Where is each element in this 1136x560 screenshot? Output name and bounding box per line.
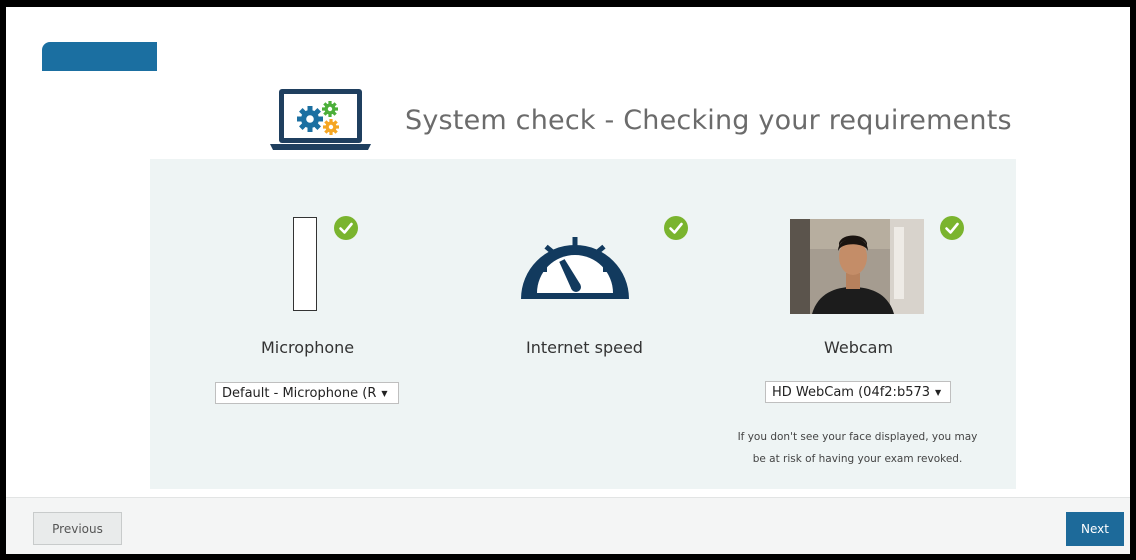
microphone-select-value: Default - Microphone (R — [222, 385, 377, 401]
footer-bar: Previous Next — [6, 497, 1130, 554]
microphone-select[interactable]: Default - Microphone (R ▼ — [215, 382, 399, 404]
webcam-label: Webcam — [824, 338, 894, 357]
webcam-feed-image — [790, 219, 924, 314]
previous-button[interactable]: Previous — [33, 512, 122, 545]
webcam-warning-line-2: be at risk of having your exam revoked. — [752, 453, 963, 465]
webcam-select[interactable]: HD WebCam (04f2:b573 ▼ — [765, 381, 951, 403]
chevron-down-icon: ▼ — [381, 388, 388, 398]
webcam-select-value: HD WebCam (04f2:b573 — [772, 384, 931, 400]
speedometer-icon — [521, 237, 629, 299]
internet-speed-label: Internet speed — [526, 338, 643, 357]
system-check-window: System check - Checking your requirement… — [6, 7, 1130, 554]
webcam-preview — [790, 219, 924, 314]
page-title: System check - Checking your requirement… — [405, 104, 1012, 136]
requirements-panel: Microphone Default - Microphone (R ▼ Int… — [150, 159, 1016, 489]
webcam-warning-line-1: If you don't see your face displayed, yo… — [737, 431, 978, 443]
check-circle-icon — [940, 216, 964, 240]
laptop-gears-icon — [270, 89, 371, 150]
progress-indicator — [42, 42, 157, 71]
check-circle-icon — [664, 216, 688, 240]
microphone-label: Microphone — [261, 338, 355, 357]
next-button[interactable]: Next — [1066, 512, 1124, 546]
page-header: System check - Checking your requirement… — [268, 87, 1012, 153]
chevron-down-icon: ▼ — [935, 387, 942, 397]
check-circle-icon — [334, 216, 358, 240]
webcam-warning-note: If you don't see your face displayed, yo… — [715, 426, 1000, 470]
microphone-level-meter — [293, 217, 317, 311]
